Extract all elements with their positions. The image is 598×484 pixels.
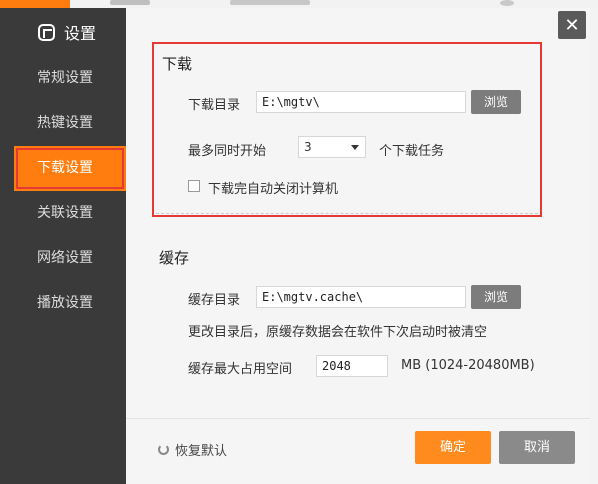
download-browse-button[interactable]: 浏览 xyxy=(471,90,521,114)
sidebar-item-network[interactable]: 网络设置 xyxy=(0,236,126,281)
sidebar-item-playback[interactable]: 播放设置 xyxy=(0,281,126,326)
sidebar-item-association[interactable]: 关联设置 xyxy=(0,191,126,236)
close-button[interactable]: ✕ xyxy=(558,11,586,39)
cache-dir-label: 缓存目录 xyxy=(188,293,241,308)
max-downloads-label: 最多同时开始 xyxy=(188,144,267,159)
background-app-text xyxy=(230,0,310,5)
section-divider xyxy=(156,213,538,214)
cache-max-unit: MB (1024-20480MB) xyxy=(401,358,535,373)
background-app-text xyxy=(110,0,150,5)
background-app-edge xyxy=(590,8,598,484)
max-downloads-select[interactable]: 3 xyxy=(298,136,366,158)
dialog-title: 设置 xyxy=(64,24,97,43)
ok-button[interactable]: 确定 xyxy=(415,431,491,464)
sidebar-header: 设置 xyxy=(38,20,96,44)
restore-defaults-label: 恢复默认 xyxy=(175,444,228,459)
background-app-tab xyxy=(0,0,70,8)
max-downloads-value: 3 xyxy=(304,140,312,154)
chevron-down-icon xyxy=(351,145,359,150)
restore-defaults-button[interactable]: 恢复默认 xyxy=(158,440,227,459)
download-dir-input[interactable]: E:\mgtv\ xyxy=(256,91,466,113)
background-app-icon xyxy=(500,0,514,6)
background-app-strip xyxy=(0,0,598,8)
auto-shutdown-checkbox[interactable] xyxy=(188,180,200,192)
settings-content: ✕ 下载 下载目录 E:\mgtv\ 浏览 最多同时开始 3 个下载任务 下载完… xyxy=(126,8,590,484)
download-section-title: 下载 xyxy=(162,55,193,73)
cancel-button[interactable]: 取消 xyxy=(499,431,575,464)
settings-dialog: 设置 常规设置 热键设置 下载设置 关联设置 网络设置 播放设置 ✕ 下载 下载… xyxy=(0,8,590,484)
cache-max-label: 缓存最大占用空间 xyxy=(188,362,293,377)
download-dir-label: 下载目录 xyxy=(188,98,241,113)
max-downloads-suffix: 个下载任务 xyxy=(379,144,445,159)
cache-max-input[interactable]: 2048 xyxy=(316,355,388,377)
cache-note: 更改目录后，原缓存数据会在软件下次启动时被清空 xyxy=(188,325,488,340)
refresh-icon xyxy=(158,444,169,455)
auto-shutdown-label: 下载完自动关闭计算机 xyxy=(208,182,339,197)
sidebar-item-download[interactable]: 下载设置 xyxy=(14,146,126,191)
cache-dir-input[interactable]: E:\mgtv.cache\ xyxy=(256,286,466,308)
close-icon: ✕ xyxy=(564,14,580,36)
footer-divider xyxy=(126,418,590,419)
sidebar-item-hotkey[interactable]: 热键设置 xyxy=(0,101,126,146)
cache-browse-button[interactable]: 浏览 xyxy=(471,285,521,309)
settings-sidebar: 设置 常规设置 热键设置 下载设置 关联设置 网络设置 播放设置 xyxy=(0,8,126,484)
mgtv-logo-icon xyxy=(38,23,55,41)
sidebar-item-general[interactable]: 常规设置 xyxy=(0,56,126,101)
cache-section-title: 缓存 xyxy=(159,249,190,267)
